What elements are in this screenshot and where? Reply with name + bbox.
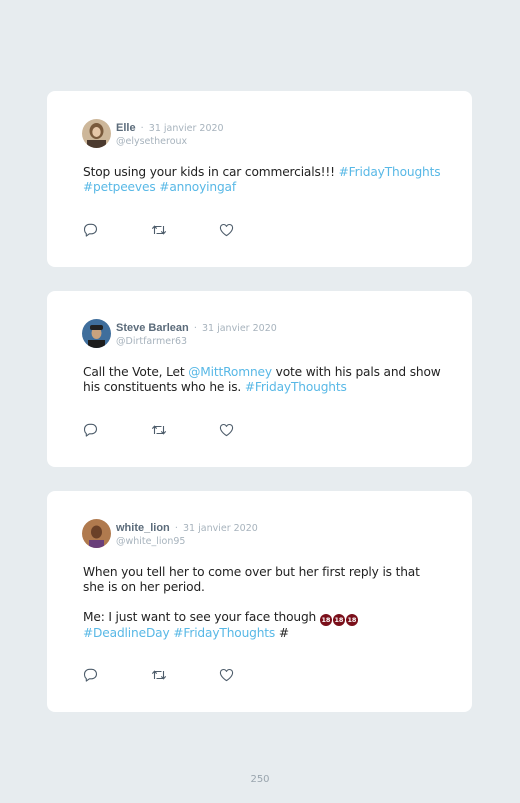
like-icon[interactable] [219, 223, 235, 237]
tweet-paragraph: When you tell her to come over but her f… [83, 565, 442, 595]
retweet-icon[interactable] [151, 223, 167, 237]
avatar[interactable] [82, 519, 111, 548]
hashtag-link[interactable]: #FridayThoughts [173, 626, 275, 640]
tweet-paragraph: Me: I just want to see your face though … [83, 610, 442, 641]
reply-icon[interactable] [83, 423, 99, 437]
hashtag-link[interactable]: #petpeeves [83, 180, 156, 194]
retweet-icon[interactable] [151, 423, 167, 437]
avatar[interactable] [82, 119, 111, 148]
emoji-badge: 18 [332, 614, 345, 626]
emoji-badge: 18 [345, 614, 358, 626]
hashtag-link[interactable]: #FridayThoughts [245, 380, 347, 394]
avatar[interactable] [82, 319, 111, 348]
tweet-date[interactable]: 31 janvier 2020 [149, 123, 224, 134]
tweet-card: Steve Barlean · 31 janvier 2020 @Dirtfar… [47, 291, 472, 467]
like-icon[interactable] [219, 423, 235, 437]
tweet-header: white_lion · 31 janvier 2020 @white_lion… [82, 519, 258, 548]
tweet-text: Stop using your kids in car commercials!… [83, 165, 442, 195]
separator: · [140, 123, 144, 134]
author-name[interactable]: Steve Barlean [116, 322, 189, 334]
tweet-card: white_lion · 31 janvier 2020 @white_lion… [47, 491, 472, 712]
retweet-icon[interactable] [151, 668, 167, 682]
author-name[interactable]: white_lion [116, 522, 170, 534]
separator: · [193, 323, 197, 334]
tweet-date[interactable]: 31 janvier 2020 [202, 323, 277, 334]
no-one-under-eighteen-icon: 🔞🔞🔞181818 [319, 610, 359, 626]
mention-link[interactable]: @MittRomney [188, 365, 272, 379]
tweet-text-segment: Call the Vote, Let [83, 365, 189, 379]
hashtag-link[interactable]: #FridayThoughts [339, 165, 441, 179]
tweet-actions [83, 223, 235, 237]
author-handle[interactable]: @elysetheroux [116, 135, 224, 148]
tweet-paragraph: Stop using your kids in car commercials!… [83, 165, 442, 195]
tweet-text-segment: When you tell her to come over but her f… [83, 565, 420, 594]
author-handle[interactable]: @Dirtfarmer63 [116, 335, 277, 348]
tweet-header: Elle · 31 janvier 2020 @elysetheroux [82, 119, 224, 148]
tweet-text-segment: Stop using your kids in car commercials!… [83, 165, 339, 179]
page-number: 250 [250, 774, 270, 785]
tweet-actions [83, 423, 235, 437]
separator: · [174, 523, 178, 534]
tweet-actions [83, 668, 235, 682]
author-handle[interactable]: @white_lion95 [116, 535, 258, 548]
hashtag-link[interactable]: #DeadlineDay [83, 626, 170, 640]
hashtag-link[interactable]: #annoyingaf [159, 180, 236, 194]
reply-icon[interactable] [83, 223, 99, 237]
tweet-header: Steve Barlean · 31 janvier 2020 @Dirtfar… [82, 319, 277, 348]
tweet-card: Elle · 31 janvier 2020 @elysetheroux Sto… [47, 91, 472, 267]
tweet-text: Call the Vote, Let @MittRomney vote with… [83, 365, 442, 395]
tweet-text-segment: Me: I just want to see your face though [83, 610, 320, 624]
tweet-date[interactable]: 31 janvier 2020 [183, 523, 258, 534]
tweet-text-segment: # [275, 626, 289, 640]
author-name[interactable]: Elle [116, 122, 136, 134]
emoji-badge: 18 [319, 614, 332, 626]
reply-icon[interactable] [83, 668, 99, 682]
tweet-paragraph: Call the Vote, Let @MittRomney vote with… [83, 365, 442, 395]
like-icon[interactable] [219, 668, 235, 682]
tweet-text: When you tell her to come over but her f… [83, 565, 442, 641]
